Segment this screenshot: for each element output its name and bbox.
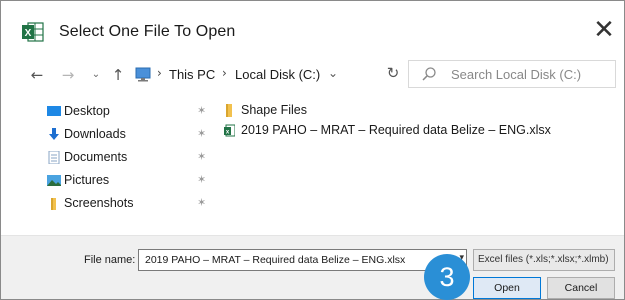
- folder-icon: [224, 104, 235, 117]
- sidebar-item-label: Screenshots: [64, 196, 134, 210]
- file-row-shape-files[interactable]: Shape Files: [219, 101, 619, 121]
- filename-input[interactable]: [139, 250, 449, 270]
- search-box[interactable]: Search Local Disk (C:): [408, 60, 616, 88]
- sidebar-item-desktop[interactable]: Desktop ✶: [47, 102, 217, 122]
- pin-icon[interactable]: ✶: [197, 173, 206, 186]
- excel-file-icon: x: [224, 124, 236, 137]
- address-dropdown-icon[interactable]: ⌄: [328, 66, 338, 80]
- pin-icon[interactable]: ✶: [197, 127, 206, 140]
- file-list: Shape Files x 2019 PAHO – MRAT – Require…: [219, 95, 624, 235]
- dialog-title: Select One File To Open: [59, 23, 236, 40]
- search-icon: [421, 66, 437, 82]
- open-button[interactable]: Open: [473, 277, 541, 299]
- pictures-icon: [47, 174, 61, 187]
- bottom-pane: File name: ▾ Excel files (*.xls;*.xlsx;*…: [1, 235, 624, 299]
- sidebar-item-label: Desktop: [64, 104, 110, 118]
- filename-field[interactable]: ▾: [138, 249, 467, 271]
- open-file-dialog: X Select One File To Open ✕ ← → ⌄ ↑ › Th…: [0, 0, 625, 300]
- sidebar-item-label: Documents: [64, 150, 128, 164]
- back-button[interactable]: ←: [27, 65, 47, 85]
- pin-icon[interactable]: ✶: [197, 150, 206, 163]
- filename-label: File name:: [84, 254, 136, 266]
- sidebar-item-screenshots[interactable]: Screenshots ✶: [47, 194, 217, 214]
- file-name: 2019 PAHO – MRAT – Required data Belize …: [241, 123, 551, 137]
- file-type-select[interactable]: Excel files (*.xls;*.xlsx;*.xlmb): [473, 249, 615, 271]
- cancel-button[interactable]: Cancel: [547, 277, 615, 299]
- up-button[interactable]: ↑: [109, 65, 127, 85]
- refresh-button[interactable]: ↻: [385, 63, 401, 83]
- sidebar-item-label: Downloads: [64, 127, 126, 141]
- forward-button[interactable]: →: [58, 65, 78, 85]
- close-button[interactable]: ✕: [590, 17, 618, 45]
- breadcrumb-local-disk[interactable]: Local Disk (C:): [235, 67, 320, 82]
- title-bar: X Select One File To Open ✕: [1, 1, 624, 59]
- this-pc-icon: [134, 66, 154, 84]
- search-placeholder: Search Local Disk (C:): [451, 67, 582, 82]
- address-bar[interactable]: › This PC › Local Disk (C:) ⌄: [133, 63, 355, 89]
- breadcrumb-separator: ›: [157, 66, 162, 80]
- sidebar-item-downloads[interactable]: Downloads ✶: [47, 125, 217, 145]
- sidebar-item-label: Pictures: [64, 173, 110, 187]
- file-row-excel[interactable]: x 2019 PAHO – MRAT – Required data Beliz…: [219, 121, 619, 141]
- pin-icon[interactable]: ✶: [197, 104, 206, 117]
- file-name: Shape Files: [241, 103, 308, 117]
- sidebar-item-pictures[interactable]: Pictures ✶: [47, 171, 217, 191]
- documents-icon: [47, 150, 61, 165]
- folder-icon: [47, 197, 61, 210]
- navigation-bar: ← → ⌄ ↑ › This PC › Local Disk (C:) ⌄ ↻: [1, 59, 624, 91]
- downloads-icon: [47, 128, 61, 141]
- sidebar-item-documents[interactable]: Documents ✶: [47, 148, 217, 168]
- recent-locations-button[interactable]: ⌄: [89, 65, 103, 85]
- pin-icon[interactable]: ✶: [197, 196, 206, 209]
- navigation-pane: Desktop ✶ Downloads ✶ Documents ✶ Pictur…: [1, 95, 219, 235]
- step-number-badge: 3: [424, 254, 470, 300]
- breadcrumb-this-pc[interactable]: This PC: [169, 67, 215, 82]
- breadcrumb-separator: ›: [222, 66, 227, 80]
- excel-icon: X: [22, 22, 44, 42]
- desktop-icon: [47, 105, 61, 118]
- svg-text:X: X: [25, 28, 32, 39]
